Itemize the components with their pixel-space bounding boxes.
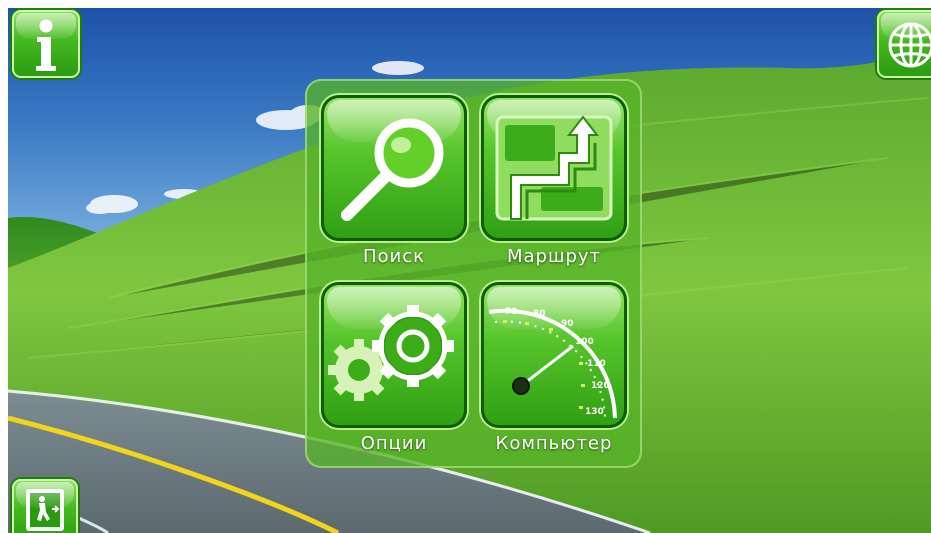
route-icon	[495, 115, 613, 221]
globe-button-gloss	[881, 13, 931, 39]
speedometer-icon: 70 80 90 100 110 120 130	[488, 307, 617, 419]
options-label: Опции	[360, 433, 428, 454]
computer-label: Компьютер	[495, 433, 613, 454]
info-button-gloss	[16, 13, 76, 39]
gauge-tick-label: 130	[585, 407, 604, 417]
options-button[interactable]	[321, 282, 467, 428]
exit-button[interactable]	[12, 479, 78, 533]
computer-button[interactable]: 70 80 90 100 110 120 130	[481, 282, 627, 428]
gauge-tick-label: 90	[561, 319, 574, 329]
route-button[interactable]	[481, 95, 627, 241]
gauge-tick-label: 80	[533, 309, 546, 319]
search-label: Поиск	[362, 246, 425, 267]
navigator-main-screen: 70 80 90 100 110 120 130 Поиск Маршрут О…	[8, 8, 931, 533]
gauge-tick-label: 110	[587, 359, 606, 369]
gauge-tick-label: 100	[575, 337, 594, 347]
magnifier-icon	[341, 118, 444, 221]
gauge-tick-label: 120	[591, 381, 610, 391]
gears-icon	[328, 305, 454, 401]
info-button[interactable]	[12, 10, 80, 78]
gauge-tick-label: 70	[505, 307, 518, 317]
search-button[interactable]	[321, 95, 467, 241]
route-label: Маршрут	[506, 246, 602, 267]
exit-button-gloss	[16, 482, 74, 508]
main-menu-panel: 70 80 90 100 110 120 130 Поиск Маршрут О…	[305, 79, 642, 468]
globe-button[interactable]	[877, 10, 931, 78]
